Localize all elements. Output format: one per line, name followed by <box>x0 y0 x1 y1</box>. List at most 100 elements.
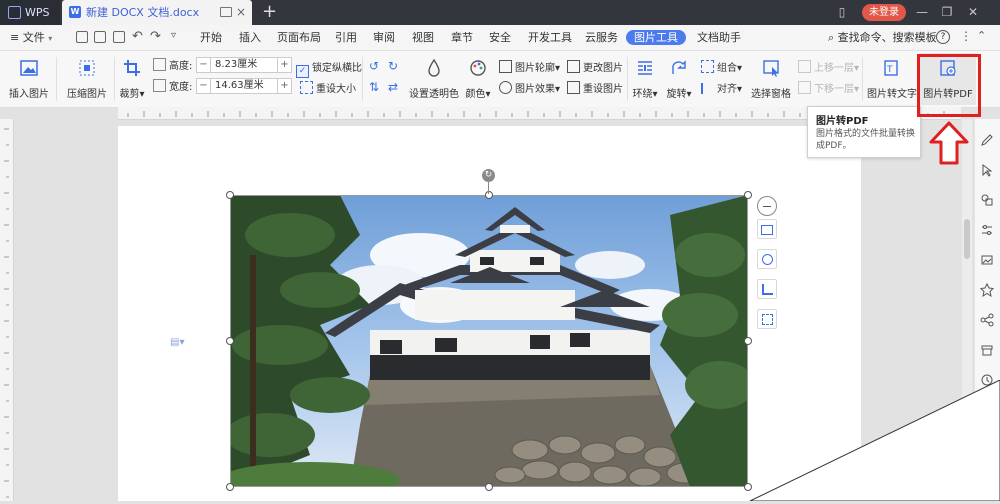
adjust-icon[interactable] <box>980 223 994 237</box>
selection-pane-button[interactable]: 选择窗格 <box>750 51 792 100</box>
insert-image-button[interactable]: 插入图片 <box>6 51 52 100</box>
cursor-icon[interactable] <box>980 163 994 177</box>
image-edit-icon[interactable] <box>757 309 777 329</box>
width-stepper[interactable]: − 14.63厘米 + <box>196 78 292 94</box>
menu-security[interactable]: 安全 <box>489 25 511 50</box>
menu-review[interactable]: 审阅 <box>373 25 395 50</box>
selection-pane-label: 选择窗格 <box>751 89 791 100</box>
print-preview-icon[interactable] <box>113 31 125 43</box>
close-tab-icon[interactable]: × <box>236 0 246 25</box>
new-tab-button[interactable]: + <box>262 0 282 25</box>
maximize-icon[interactable]: ❐ <box>940 5 954 19</box>
document-tab[interactable]: W 新建 DOCX 文档.docx × <box>62 0 252 25</box>
customize-quick-access-icon[interactable]: ▿ <box>171 30 176 41</box>
divider <box>362 57 363 101</box>
close-window-icon[interactable]: ✕ <box>966 5 980 19</box>
resize-handle-nw[interactable] <box>226 191 234 199</box>
edit-icon[interactable] <box>980 133 994 147</box>
help-icon[interactable]: ? <box>936 30 950 44</box>
flip-vertical-icon[interactable]: ⇅ <box>369 80 379 94</box>
hamburger-icon: ≡ <box>10 31 20 44</box>
compress-image-button[interactable]: 压缩图片 <box>64 51 110 100</box>
document-tab-title: 新建 DOCX 文档.docx <box>86 6 200 19</box>
image-to-text-button[interactable]: T 图片转文字 <box>866 51 918 100</box>
group-button[interactable]: 组合▾ <box>701 59 742 74</box>
login-button[interactable]: 未登录 <box>862 4 906 21</box>
send-backward-button[interactable]: 下移一层▾ <box>798 80 859 95</box>
resize-handle-s[interactable] <box>485 483 493 491</box>
rotate-right-icon[interactable]: ↻ <box>388 59 398 73</box>
align-button[interactable]: 对齐▾ <box>701 80 742 95</box>
layout-options-icon[interactable] <box>757 219 777 239</box>
archive-icon[interactable] <box>980 343 994 357</box>
file-menu[interactable]: ≡ 文件 ▾ <box>10 25 52 50</box>
checkbox-checked-icon: ✓ <box>296 65 309 78</box>
resize-handle-w[interactable] <box>226 337 234 345</box>
save-icon[interactable] <box>76 31 88 43</box>
resize-handle-ne[interactable] <box>744 191 752 199</box>
print-icon[interactable] <box>94 31 106 43</box>
tooltip-description: 图片格式的文件批量转换成PDF。 <box>816 129 916 151</box>
more-icon[interactable]: ⋮ <box>960 29 972 43</box>
outline-icon <box>499 60 512 73</box>
menu-doc-assistant[interactable]: 文档助手 <box>697 25 741 50</box>
scrollbar-thumb[interactable] <box>964 219 970 259</box>
menu-chapter[interactable]: 章节 <box>451 25 473 50</box>
image-effect-button[interactable]: 图片效果▾ <box>499 80 560 95</box>
height-label: 高度: <box>153 57 192 72</box>
minimize-icon[interactable]: — <box>915 5 929 19</box>
height-stepper[interactable]: − 8.23厘米 + <box>196 57 292 73</box>
wps-home-tab[interactable]: WPS <box>0 0 60 25</box>
rotate-handle-icon[interactable]: ↻ <box>482 169 495 182</box>
change-image-button[interactable]: 更改图片 <box>567 59 623 74</box>
decrease-button[interactable]: − <box>197 79 211 93</box>
shapes-icon[interactable] <box>980 193 994 207</box>
crop-icon[interactable] <box>757 279 777 299</box>
menu-references[interactable]: 引用 <box>335 25 357 50</box>
redo-icon[interactable]: ↷ <box>150 29 161 44</box>
zoom-in-icon[interactable] <box>757 249 777 269</box>
menu-picture-tools[interactable]: 图片工具 <box>626 30 686 45</box>
color-button[interactable]: 颜色▾ <box>463 51 493 100</box>
rotate-button[interactable]: 旋转▾ <box>663 51 695 100</box>
share-icon[interactable] <box>980 313 994 327</box>
gallery-icon[interactable] <box>980 253 994 267</box>
insert-image-label: 插入图片 <box>9 89 49 100</box>
image-outline-button[interactable]: 图片轮廓▾ <box>499 59 560 74</box>
window-preview-icon[interactable] <box>220 7 232 17</box>
undo-icon[interactable]: ↶ <box>132 29 143 44</box>
menu-home[interactable]: 开始 <box>200 25 222 50</box>
reset-size-button[interactable]: 重设大小 <box>300 80 356 95</box>
menu-developer[interactable]: 开发工具 <box>528 25 572 50</box>
minus-icon[interactable] <box>757 196 777 216</box>
menu-insert[interactable]: 插入 <box>239 25 261 50</box>
crop-button[interactable]: 裁剪▾ <box>117 51 147 100</box>
rotate-left-icon[interactable]: ↺ <box>369 59 379 73</box>
command-search[interactable]: ⌕ 查找命令、搜索模板 <box>828 25 937 50</box>
panel-toggle-icon[interactable]: ▯ <box>835 5 849 19</box>
increase-button[interactable]: + <box>277 79 291 93</box>
reset-image-button[interactable]: 重设图片 <box>567 80 623 95</box>
resize-handle-e[interactable] <box>744 337 752 345</box>
resize-handle-sw[interactable] <box>226 483 234 491</box>
menu-view[interactable]: 视图 <box>412 25 434 50</box>
vertical-ruler[interactable] <box>0 119 14 501</box>
paragraph-layout-icon[interactable]: ▤▾ <box>170 337 184 349</box>
menu-cloud[interactable]: 云服务 <box>585 25 618 50</box>
collapse-ribbon-icon[interactable]: ⌃ <box>977 29 986 42</box>
divider <box>627 57 628 101</box>
decrease-button[interactable]: − <box>197 58 211 72</box>
wrap-button[interactable]: 环绕▾ <box>630 51 660 100</box>
bring-forward-button[interactable]: 上移一层▾ <box>798 59 859 74</box>
chevron-down-icon: ▾ <box>48 34 53 43</box>
increase-button[interactable]: + <box>277 58 291 72</box>
ribbon-toolbar: 插入图片 压缩图片 裁剪▾ 高度: − 8.23厘米 + 宽度: − 14.63… <box>0 51 1000 108</box>
resize-handle-n[interactable] <box>485 191 493 199</box>
divider <box>862 57 863 101</box>
star-icon[interactable] <box>980 283 994 297</box>
set-transparent-button[interactable]: 设置透明色 <box>408 51 460 100</box>
menu-page-layout[interactable]: 页面布局 <box>277 25 321 50</box>
highlight-box <box>917 54 981 117</box>
lock-ratio-checkbox[interactable]: ✓ 锁定纵横比 <box>296 59 362 78</box>
flip-horizontal-icon[interactable]: ⇄ <box>388 80 398 94</box>
